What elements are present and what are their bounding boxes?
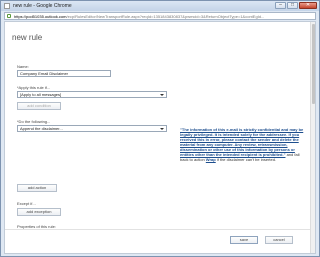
chevron-down-icon [160, 128, 164, 130]
title-bar: new rule - Google Chrome – □ ✕ [1, 1, 319, 11]
scrollbar[interactable] [310, 22, 315, 253]
chevron-down-icon [160, 94, 164, 96]
apply-label: *Apply this rule if... [17, 85, 51, 90]
url-text[interactable]: https://pod51035.outlook.com/ecp/RulesEd… [14, 14, 314, 19]
rule-editor-page: new rule Name: Company Email Disclaimer … [4, 21, 316, 254]
url-host: https://pod51035.outlook.com [14, 14, 67, 19]
scrollbar-thumb[interactable] [312, 24, 315, 104]
save-button[interactable]: save [230, 236, 258, 244]
window-title: new rule - Google Chrome [13, 3, 72, 9]
lock-icon [7, 14, 11, 18]
apply-condition-select[interactable]: [Apply to all messages] [17, 91, 167, 98]
minimize-button[interactable]: – [275, 2, 286, 9]
action-value: Append the disclaimer... [20, 126, 63, 131]
url-path: /ecp/RulesEditor/NewTransportRule.aspx?r… [66, 14, 265, 19]
address-bar[interactable]: https://pod51035.outlook.com/ecp/RulesEd… [4, 12, 316, 20]
add-condition-button[interactable]: add condition [17, 102, 61, 110]
name-label: Name: [17, 64, 29, 69]
maximize-button[interactable]: □ [287, 2, 298, 9]
apply-condition-value: [Apply to all messages] [20, 92, 62, 97]
page-title: new rule [12, 33, 43, 42]
browser-window: new rule - Google Chrome – □ ✕ https://p… [0, 0, 320, 257]
except-label: Except if... [17, 201, 36, 206]
add-action-button[interactable]: add action [17, 184, 57, 192]
add-exception-button[interactable]: add exception [17, 208, 61, 216]
page-icon [4, 3, 10, 9]
name-input[interactable]: Company Email Disclaimer [17, 70, 111, 77]
footer-divider [5, 229, 311, 230]
disclaimer-tail-text: if the disclaimer can't be inserted. [215, 157, 277, 162]
fallback-action-link[interactable]: Wrap [206, 157, 216, 162]
close-button[interactable]: ✕ [299, 2, 317, 9]
cancel-button[interactable]: cancel [265, 236, 293, 244]
disclaimer-description: "The information of this e-mail is stric… [180, 127, 304, 162]
do-label: *Do the following... [17, 119, 51, 124]
action-select[interactable]: Append the disclaimer... [17, 125, 167, 132]
window-controls: – □ ✕ [275, 2, 317, 9]
